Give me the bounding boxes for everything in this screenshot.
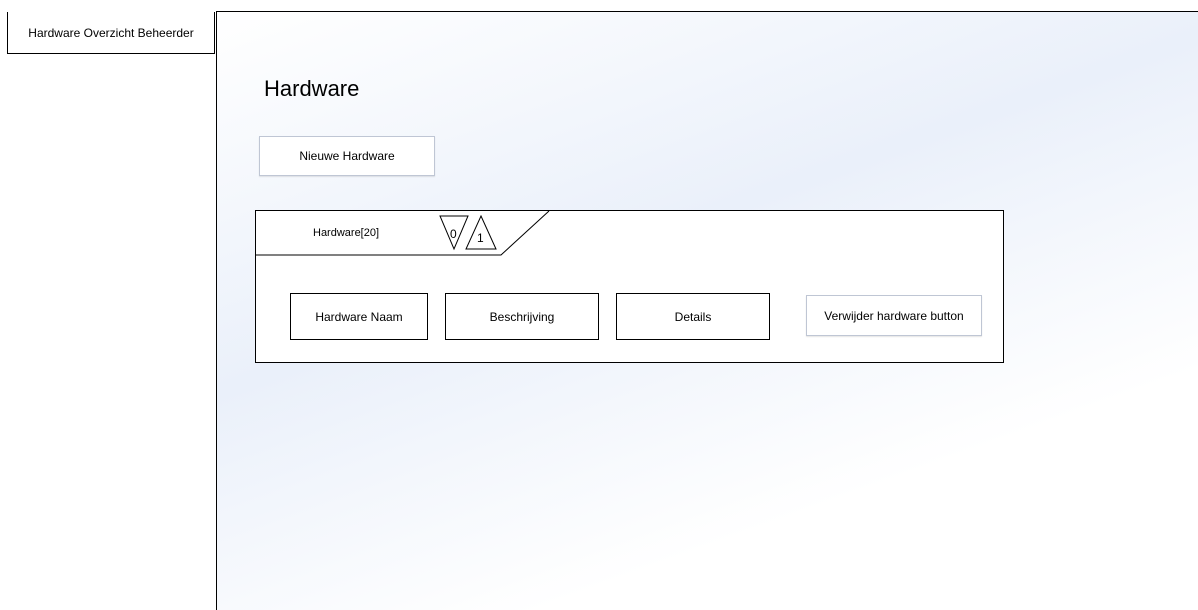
hardware-name-field[interactable]: Hardware Naam	[290, 293, 428, 340]
pager-down-value: 0	[450, 227, 457, 241]
page-title: Hardware	[264, 76, 360, 101]
delete-hardware-button[interactable]: Verwijder hardware button	[806, 295, 982, 336]
panel-tab-label: Hardware[20]	[313, 227, 380, 239]
pager-up-value: 1	[477, 231, 484, 245]
panel-tab-shape	[256, 210, 550, 256]
new-hardware-button[interactable]: Nieuwe Hardware	[259, 136, 435, 176]
frame-title: Hardware Overzicht Beheerder	[7, 12, 215, 54]
details-field[interactable]: Details	[616, 293, 770, 340]
hardware-panel: Hardware[20] 0 1 Hardware Naam Beschrijv…	[255, 210, 1004, 363]
description-field[interactable]: Beschrijving	[445, 293, 599, 340]
